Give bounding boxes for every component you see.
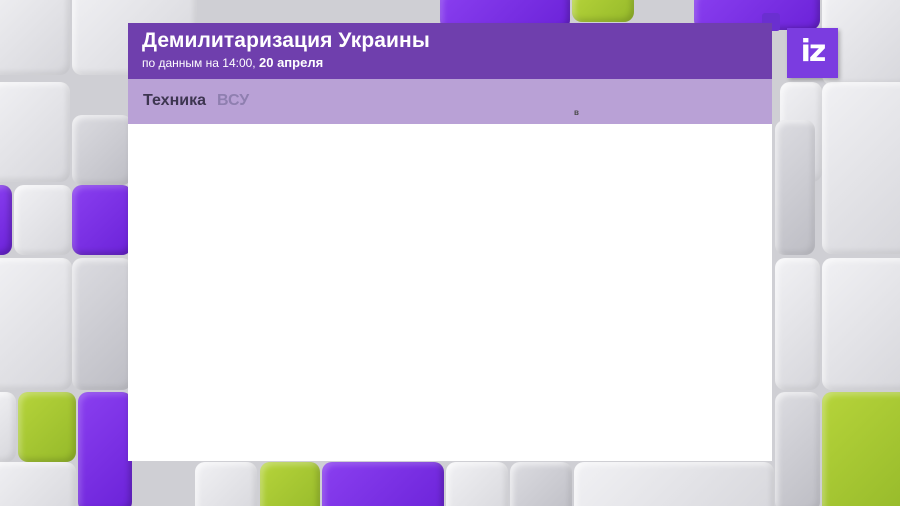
content-area <box>128 124 772 461</box>
page-title: Демилитаризация Украины <box>142 29 430 52</box>
subtitle-date: 20 апреля <box>259 55 324 70</box>
tab-equipment[interactable]: Техника <box>143 92 206 110</box>
info-panel: Демилитаризация Украины по данным на 14:… <box>128 23 772 461</box>
page-subtitle: по данным на 14:00, 20 апреля <box>142 55 323 70</box>
izvestia-logo: iz <box>787 28 838 78</box>
tab-afu[interactable]: ВСУ <box>217 92 249 110</box>
panel-header: Демилитаризация Украины по данным на 14:… <box>128 23 772 79</box>
tab-marker: в <box>574 108 579 117</box>
subtitle-prefix: по данным на 14:00, <box>142 56 256 70</box>
tab-bar: Техника ВСУ в <box>128 79 772 124</box>
logo-text: iz <box>800 34 827 69</box>
